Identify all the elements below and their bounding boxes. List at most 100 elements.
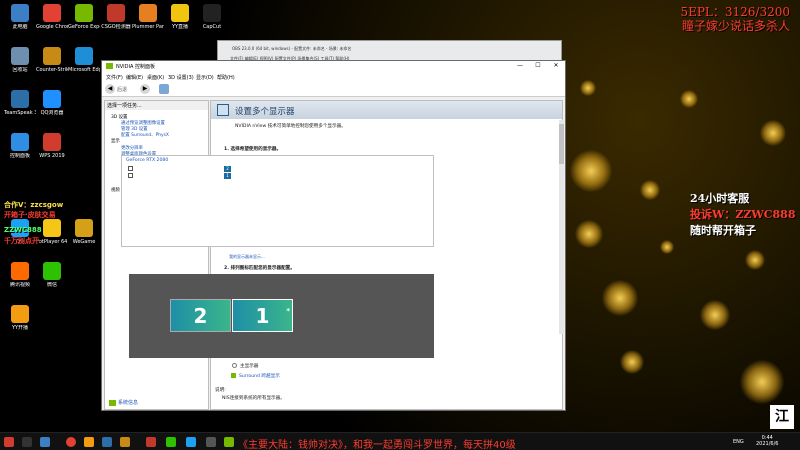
tree-task-link[interactable]: 配置 Surround、PhysX [121,132,169,138]
tree-category[interactable]: 显示 [111,138,120,144]
desktop-icon[interactable]: 控制面板 [4,133,36,177]
menu-3d-settings[interactable]: 3D 设置(3) [168,74,194,81]
app-icon [11,133,29,151]
app-icon [75,47,93,65]
description-text: NIS连接到系统的所有显示器。 [222,396,285,401]
monitor-checkbox[interactable]: ✓ [128,173,133,178]
desktop-icon-label: TeamSpeak 3 [4,110,36,116]
desktop-icon-label: GeForce Experience [68,24,100,30]
home-icon[interactable] [159,84,169,94]
display-tile-number: 2 [193,304,208,328]
app-icon[interactable] [146,437,156,447]
search-icon[interactable] [22,437,32,447]
qq-icon[interactable] [186,437,196,447]
system-info-icon [109,399,116,406]
primary-display-radio[interactable] [232,363,237,368]
system-info-link[interactable]: 系统信息 [109,399,138,406]
wechat-icon[interactable] [166,437,176,447]
monitor-number-badge: 2 [224,166,231,172]
help-link[interactable]: 我的显示器未显示... [229,254,265,260]
obs-icon[interactable] [206,437,216,447]
app-icon [11,305,29,323]
bokeh-light [740,360,784,404]
desktop-icon[interactable]: GeForce Experience [68,4,100,48]
menu-bar: 文件(F) 编辑(E) 桌面(K) 3D 设置(3) 显示(D) 帮助(H) [102,72,565,81]
desktop-icon-label: 此电脑 [12,24,28,30]
folder-icon[interactable] [84,437,94,447]
desktop-icon[interactable]: Counter-Strike Global Off... [36,47,68,91]
tree-category[interactable]: 3D 设置 [111,114,127,120]
back-arrow-icon[interactable]: ◀ [105,84,115,94]
tree-task-link[interactable]: 通过预览调整图像设置 [121,120,165,126]
app-icon [43,219,61,237]
minimize-icon[interactable]: — [512,62,528,69]
desktop-icon-label: CSGO检测器 [101,24,131,30]
bokeh-light [745,250,765,270]
app-icon [43,47,61,65]
bokeh-light [620,350,644,374]
desktop: 此电脑 Google ChromeGeForce ExperienceCSGO检测… [0,0,800,432]
menu-desktop[interactable]: 桌面(K) [147,74,164,81]
intro-text: NVIDIA nView 技术可简单地控制您使用多个显示器。 [235,124,346,129]
nvidia-icon[interactable] [224,437,234,447]
maximize-icon[interactable]: ☐ [530,62,546,69]
title-bar[interactable]: NVIDIA 控制面板 — ☐ ✕ [102,61,565,72]
menu-file[interactable]: 文件(F) [106,74,123,81]
desktop-icon[interactable]: 回收站 [4,47,36,91]
scrollbar-thumb[interactable] [559,124,564,164]
desktop-icon[interactable]: TeamSpeak 3 [4,90,36,134]
close-icon[interactable]: ✕ [548,62,564,69]
monitor-number-badge: 1 [224,173,231,179]
step-1-heading: 1. 选择希望使用的显示器。 [224,147,282,152]
primary-star-icon: * [286,307,290,315]
desktop-icon-label: WPS 2019 [39,153,65,159]
desktop-icon[interactable]: CSGO检测器 [100,4,132,48]
bokeh-light [760,120,786,146]
bokeh-light [640,180,660,200]
desktop-icon[interactable]: WPS 2019 [36,133,68,177]
tree-category[interactable]: 视频 [111,187,120,193]
content-scrollbar[interactable] [559,120,564,334]
app-icon [107,4,125,22]
display-tile-primary[interactable]: 1 * [232,299,293,332]
app-icon [171,4,189,22]
desktop-icon[interactable]: YY开播 [4,305,36,349]
desktop-icon[interactable]: 微信 [36,262,68,306]
menu-edit[interactable]: 编辑(E) [126,74,143,81]
display-tile[interactable]: 2 [170,299,231,332]
start-icon[interactable] [4,437,14,447]
teamspeak-icon[interactable] [102,437,112,447]
display-arrangement[interactable]: 2 1 * [129,274,434,358]
bokeh-light [570,150,612,192]
back-label[interactable]: 后退 [117,86,127,93]
desktop-icon[interactable]: YY直播 [164,4,196,48]
bokeh-light [575,220,603,248]
clock[interactable]: 0:44 2021/6/6 [756,435,778,447]
desktop-icon[interactable]: Google Chrome [36,4,68,48]
menu-help[interactable]: 帮助(H) [217,74,235,81]
desktop-icon-label: Counter-Strike Global Off... [36,67,68,73]
surround-link[interactable]: Surround 跨越显示 [239,373,280,379]
task-pane: 选择一项任务... 3D 设置 通过预览调整图像设置 管理 3D 设置 配置 Surr… [104,100,209,410]
chrome-icon[interactable] [66,437,76,447]
forward-arrow-icon[interactable]: ▶ [140,84,150,94]
monitor-checkbox[interactable]: ✓ [128,166,133,171]
task-view-icon[interactable] [40,437,50,447]
desktop-icon[interactable]: QQ浏览器 [36,90,68,134]
csgo-icon[interactable] [120,437,130,447]
menu-display[interactable]: 显示(D) [196,74,214,81]
input-language[interactable]: ENG [733,439,744,445]
desktop-icon-label: WeGame [72,239,96,245]
app-icon [11,4,29,22]
overlay-ad-1: 合作V：zzcsgow [4,201,64,209]
description-label: 说明: [215,388,226,393]
desktop-icon[interactable]: 腾讯视频 [4,262,36,306]
desktop-icon[interactable]: Microsoft Edge [68,47,100,91]
desktop-icon[interactable]: 此电脑 [4,4,36,48]
bokeh-light [602,280,638,316]
tree-task-link[interactable]: 更改分辨率 [121,145,143,151]
tree-task-link[interactable]: 管理 3D 设置 [121,126,148,132]
desktop-icon[interactable]: Plummer Party [132,4,164,48]
overlay-ad-3: ZZWC888 [4,226,42,234]
desktop-icon[interactable]: WeGame [68,219,100,263]
